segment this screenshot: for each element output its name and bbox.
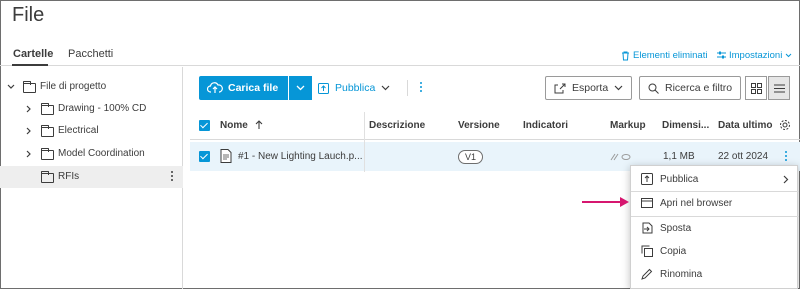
menu-item-move[interactable]: Sposta <box>631 217 799 239</box>
chevron-right-icon <box>783 175 789 184</box>
tree-item-label: RFIs <box>58 171 80 182</box>
column-header-size[interactable]: Dimensi... <box>662 120 709 131</box>
column-divider <box>364 142 365 171</box>
tab-pacchetti[interactable]: Pacchetti <box>68 48 113 60</box>
chevron-right-icon[interactable] <box>24 149 34 159</box>
folder-tree: File di progetto Drawing - 100% CD Elect… <box>0 67 183 289</box>
folder-icon <box>41 125 54 137</box>
chevron-down-icon <box>381 85 390 91</box>
folder-icon <box>41 103 54 115</box>
tree-item-root[interactable]: File di progetto <box>0 76 183 98</box>
select-all-checkbox[interactable] <box>199 120 210 131</box>
file-name-link[interactable]: #1 - New Lighting Lauch.p... <box>238 151 363 162</box>
menu-item-rename[interactable]: Rinomina <box>631 263 799 285</box>
table-header: Nome Descrizione Versione Indicatori Mar… <box>190 112 800 172</box>
publish-label: Pubblica <box>335 82 376 94</box>
column-header-version[interactable]: Versione <box>458 120 500 131</box>
publish-icon <box>641 173 653 185</box>
chevron-right-icon[interactable] <box>24 126 34 136</box>
tree-item-electrical[interactable]: Electrical <box>0 120 183 142</box>
menu-item-label: Sposta <box>660 222 692 234</box>
search-icon <box>648 83 659 94</box>
column-header-date[interactable]: Data ultimo <box>718 120 772 131</box>
list-view-button[interactable] <box>768 76 790 100</box>
tree-item-label: Electrical <box>58 125 99 136</box>
column-header-markup[interactable]: Markup <box>610 120 646 131</box>
browser-icon <box>641 198 653 208</box>
menu-item-open-in-browser[interactable]: Apri nel browser <box>631 192 799 214</box>
move-icon <box>642 222 653 234</box>
export-button[interactable]: Esporta <box>545 76 633 100</box>
gear-icon[interactable] <box>779 119 791 131</box>
row-more-options-icon[interactable] <box>785 151 788 161</box>
annotation-arrow-icon <box>582 197 629 207</box>
settings-link[interactable]: Impostazioni <box>717 50 792 61</box>
pdf-file-icon <box>220 149 232 163</box>
file-size: 1,1 MB <box>663 151 695 162</box>
export-icon <box>554 83 566 93</box>
menu-item-label: Pubblica <box>660 173 699 185</box>
context-menu: Pubblica Apri nel browser Sposta Copia R… <box>630 165 799 289</box>
search-filter-button[interactable]: Ricerca e filtro <box>639 76 742 100</box>
tree-item-label: Model Coordination <box>58 148 145 159</box>
deleted-items-link[interactable]: Elementi eliminati <box>621 50 707 61</box>
grid-view-button[interactable] <box>745 76 767 100</box>
tree-item-model-coordination[interactable]: Model Coordination <box>0 143 183 165</box>
toolbar-divider <box>407 80 408 96</box>
tree-item-rfis[interactable]: RFIs <box>0 166 183 188</box>
column-header-name[interactable]: Nome <box>220 120 263 131</box>
sliders-icon <box>717 51 726 59</box>
sort-ascending-icon <box>255 120 262 129</box>
column-header-indicators[interactable]: Indicatori <box>523 120 568 131</box>
menu-item-copy[interactable]: Copia <box>631 240 799 262</box>
menu-item-label: Apri nel browser <box>660 197 733 209</box>
publish-icon <box>318 82 329 94</box>
menu-item-label: Rinomina <box>660 268 703 280</box>
markup-icon <box>610 153 631 161</box>
chevron-down-icon[interactable] <box>6 82 16 92</box>
tree-item-label: File di progetto <box>40 81 107 92</box>
settings-label: Impostazioni <box>729 50 783 61</box>
more-actions-icon[interactable] <box>420 82 423 92</box>
copy-icon <box>641 245 653 257</box>
tree-item-label: Drawing - 100% CD <box>58 103 147 114</box>
active-tab-indicator <box>12 64 48 66</box>
upload-dropdown-button[interactable] <box>288 76 313 100</box>
folder-icon <box>41 171 54 183</box>
publish-button[interactable]: Pubblica <box>318 76 390 100</box>
menu-item-publish[interactable]: Pubblica <box>631 168 799 190</box>
chevron-down-icon <box>296 85 305 91</box>
row-checkbox[interactable] <box>199 151 210 162</box>
version-badge[interactable]: V1 <box>458 150 484 164</box>
cloud-upload-icon <box>207 82 223 93</box>
pencil-icon <box>641 268 653 280</box>
tab-bar: Cartelle Pacchetti Elementi eliminati Im… <box>0 44 800 66</box>
folder-icon <box>23 81 36 93</box>
deleted-items-label: Elementi eliminati <box>633 50 708 61</box>
tree-item-drawing[interactable]: Drawing - 100% CD <box>0 98 183 120</box>
chevron-down-icon <box>785 53 792 58</box>
tab-cartelle[interactable]: Cartelle <box>13 48 53 60</box>
grid-icon <box>750 82 762 94</box>
menu-item-label: Copia <box>660 245 687 257</box>
more-options-icon[interactable] <box>171 171 174 181</box>
chevron-right-icon[interactable] <box>24 104 34 114</box>
export-label: Esporta <box>572 82 609 94</box>
list-icon <box>773 84 785 92</box>
search-filter-label: Ricerca e filtro <box>665 82 733 94</box>
column-header-description[interactable]: Descrizione <box>369 120 425 131</box>
trash-icon <box>622 51 629 60</box>
file-date: 22 ott 2024 <box>718 151 769 162</box>
upload-label: Carica file <box>228 82 279 94</box>
upload-button[interactable]: Carica file <box>199 76 288 100</box>
upload-button-group: Carica file <box>199 76 313 100</box>
folder-icon <box>41 148 54 160</box>
chevron-down-icon <box>614 85 623 91</box>
page-title: File <box>12 4 45 26</box>
